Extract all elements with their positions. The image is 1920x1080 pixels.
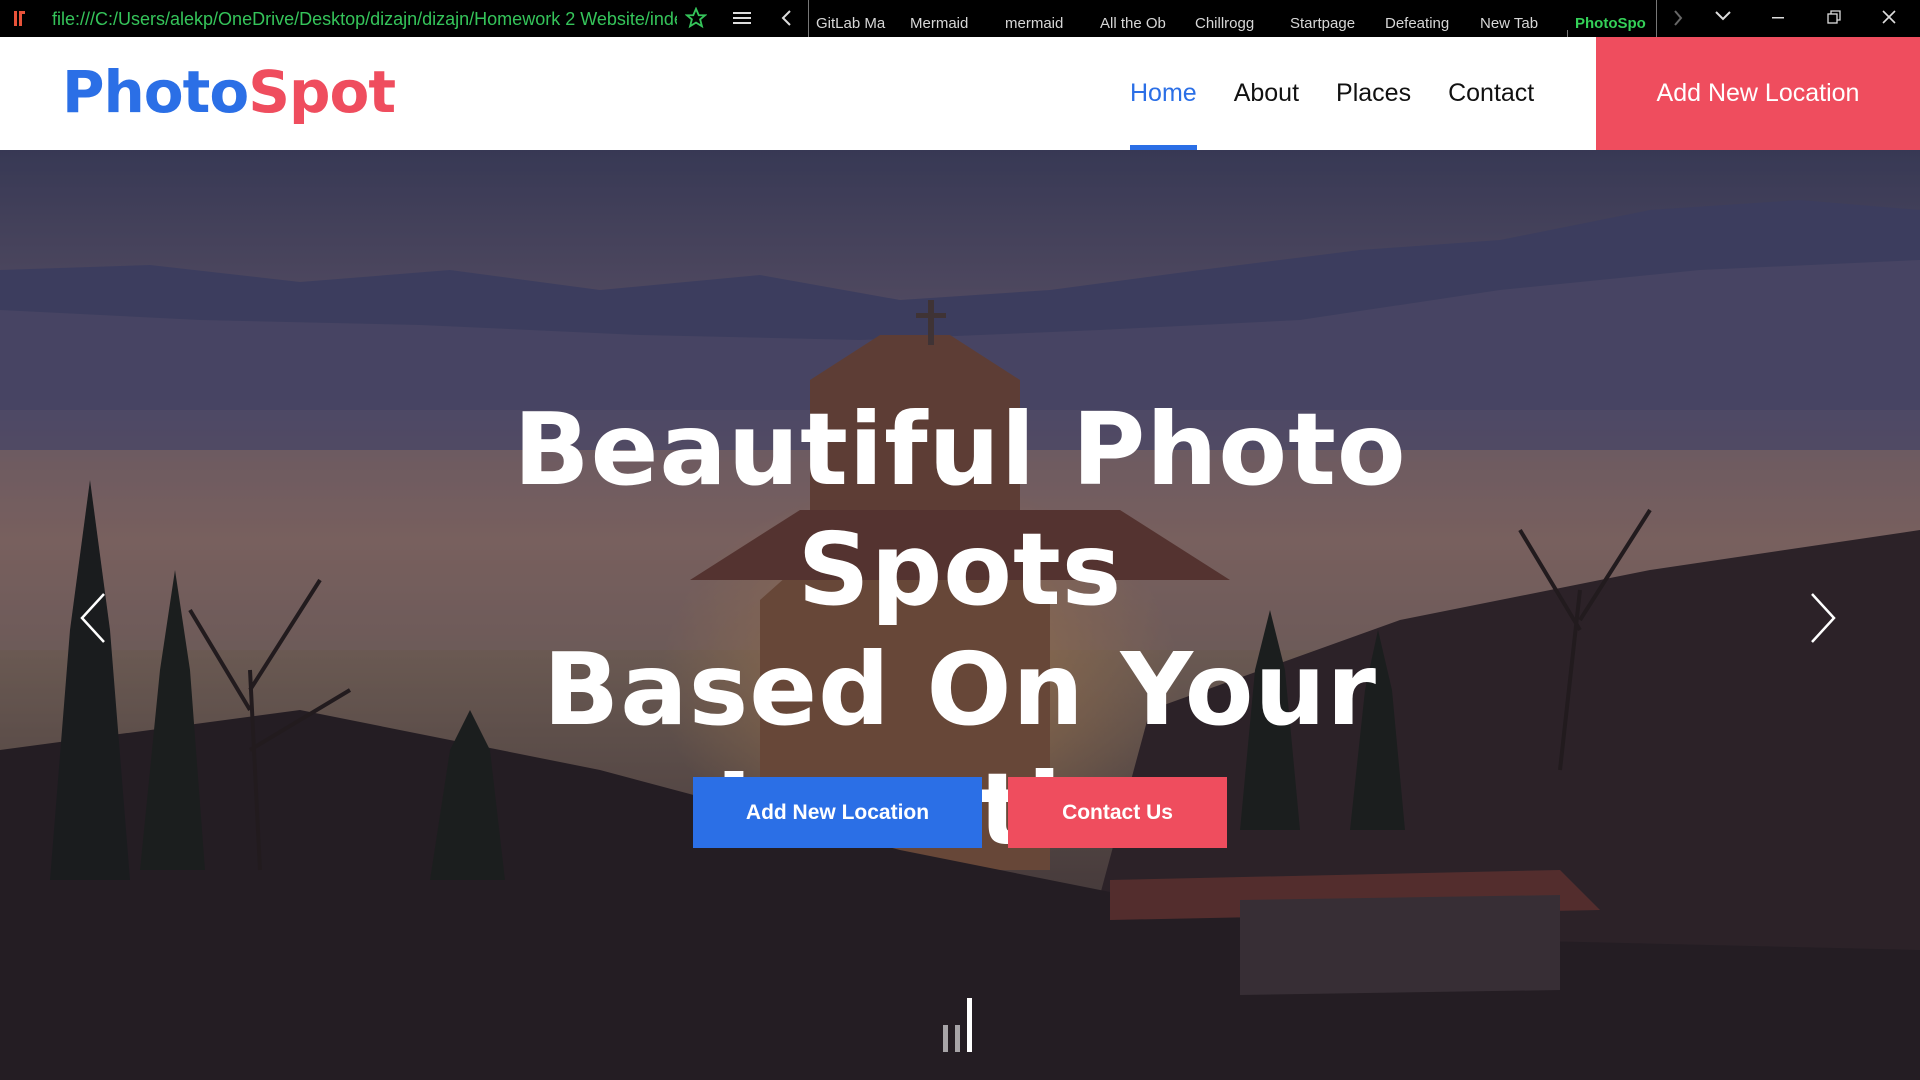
carousel-indicator[interactable] [943, 1025, 948, 1052]
hero-contact-us-button[interactable]: Contact Us [1008, 777, 1227, 848]
bookmark-star-icon[interactable] [684, 6, 708, 34]
tab[interactable]: GitLab Ma [808, 0, 902, 37]
restore-icon[interactable] [1826, 9, 1842, 30]
carousel-next-chevron-right-icon[interactable] [1808, 590, 1838, 651]
carousel-indicator-active[interactable] [967, 998, 972, 1052]
site-logo[interactable]: PhotoSpot [62, 58, 396, 126]
browser-toolbar: file:///C:/Users/alekp/OneDrive/Desktop/… [0, 0, 1920, 42]
tab[interactable]: mermaid [997, 0, 1092, 37]
address-bar[interactable]: file:///C:/Users/alekp/OneDrive/Desktop/… [52, 8, 677, 30]
tab[interactable]: Defeating [1377, 0, 1472, 37]
hero-add-new-location-button[interactable]: Add New Location [693, 777, 982, 848]
minimize-icon[interactable] [1770, 9, 1786, 30]
add-new-location-button[interactable]: Add New Location [1596, 37, 1920, 150]
main-nav: Home About Places Contact [1130, 37, 1571, 150]
chevron-right-icon[interactable] [1672, 9, 1684, 32]
carousel-prev-chevron-left-icon[interactable] [78, 590, 108, 651]
tab-marker [1567, 30, 1568, 37]
app-icon[interactable] [12, 8, 28, 33]
nav-contact[interactable]: Contact [1448, 37, 1534, 150]
tab[interactable]: Mermaid [902, 0, 997, 37]
tab[interactable]: New Tab [1472, 0, 1567, 37]
close-icon[interactable] [1880, 8, 1898, 31]
chevron-down-icon[interactable] [1713, 9, 1733, 28]
hero-title-line: Based On Your [543, 631, 1377, 748]
tab-active[interactable]: PhotoSpo [1567, 0, 1657, 37]
nav-about[interactable]: About [1234, 37, 1299, 150]
carousel-indicator[interactable] [955, 1025, 960, 1052]
tab[interactable]: All the Ob [1092, 0, 1187, 37]
tab-strip: GitLab Ma Mermaid mermaid All the Ob Chi… [808, 0, 1657, 37]
hero-carousel: Beautiful Photo Spots Based On Your Loca… [0, 150, 1920, 1080]
nav-places[interactable]: Places [1336, 37, 1411, 150]
logo-text-photo: Photo [62, 58, 249, 126]
site-header: PhotoSpot Home About Places Contact Add … [0, 37, 1920, 150]
tab-marker [1656, 0, 1657, 42]
tab[interactable]: Startpage [1282, 0, 1377, 37]
tab[interactable]: Chillrogg [1187, 0, 1282, 37]
nav-home[interactable]: Home [1130, 37, 1197, 150]
hero-title-line: Beautiful Photo Spots [513, 391, 1407, 628]
back-icon[interactable] [779, 9, 793, 32]
menu-icon[interactable] [733, 10, 751, 31]
logo-text-spot: Spot [248, 58, 396, 126]
carousel-indicators [943, 998, 979, 1052]
